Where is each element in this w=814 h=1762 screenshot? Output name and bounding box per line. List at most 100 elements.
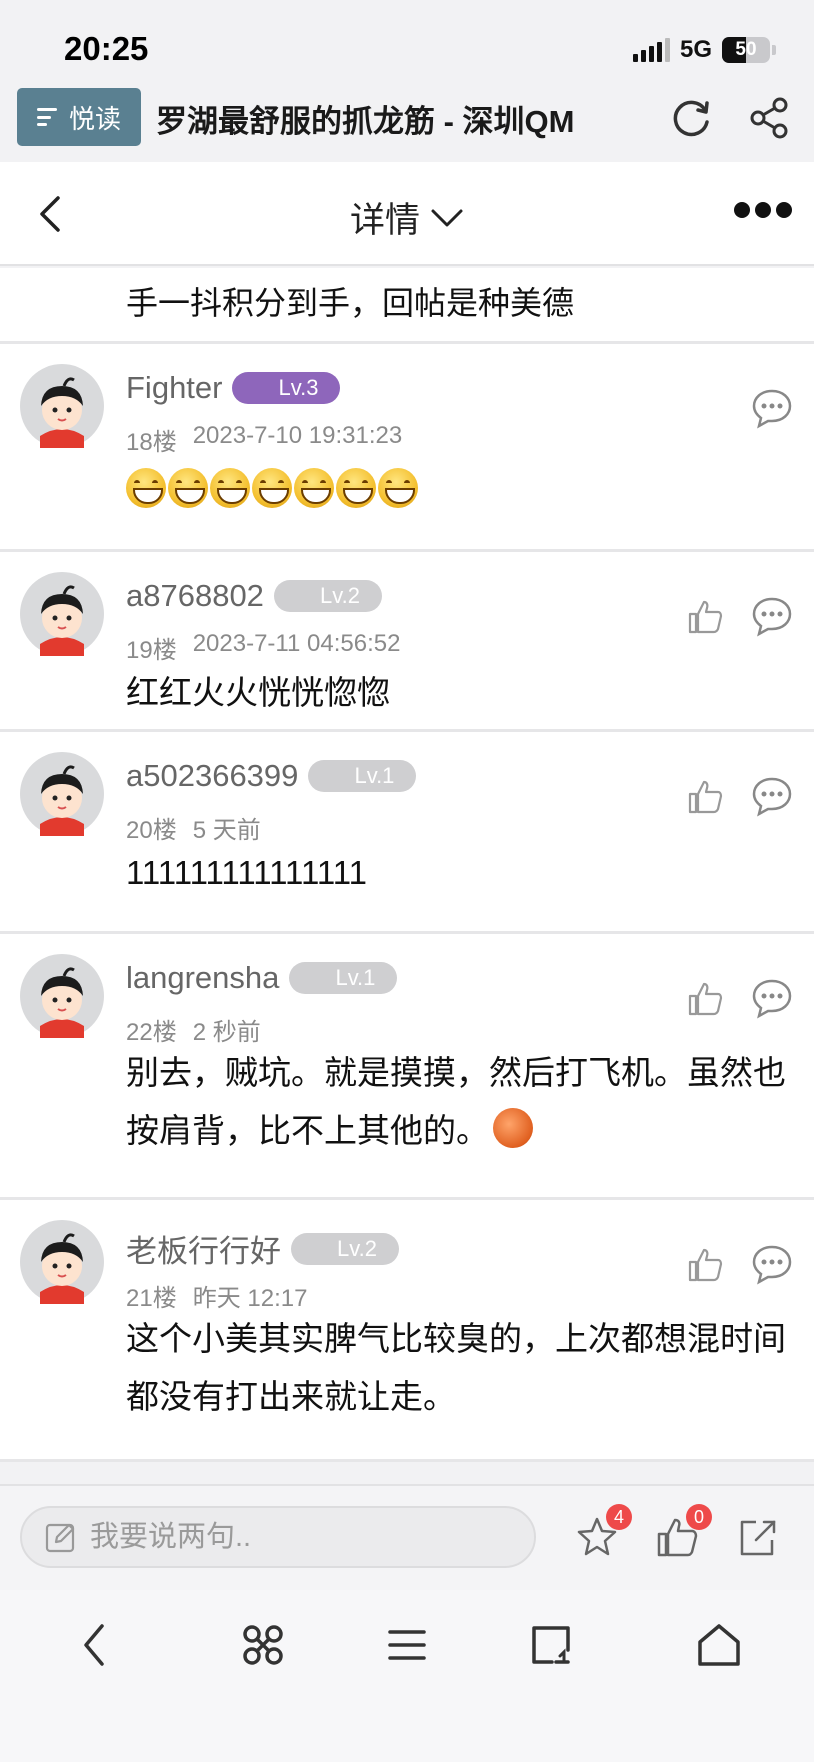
comment-icon[interactable]	[750, 386, 794, 430]
reply-input-wrapper[interactable]	[20, 1506, 536, 1568]
post-time: 2023-7-11 04:56:52	[192, 630, 401, 657]
battery-icon: 50	[722, 37, 770, 63]
like-icon[interactable]	[686, 598, 724, 636]
username[interactable]: Fighter	[126, 370, 222, 406]
favorite-count-badge: 4	[606, 1504, 632, 1530]
post-time: 2 秒前	[192, 1019, 261, 1046]
smoking-emoji-icon	[493, 1108, 533, 1148]
like-count-badge: 0	[686, 1504, 712, 1530]
username[interactable]: langrensha	[126, 960, 279, 996]
status-bar: 20:25 5G 50	[0, 0, 814, 88]
grin-emoji-icon	[336, 468, 376, 508]
avatar[interactable]	[20, 1220, 104, 1304]
like-post-button[interactable]: 0	[654, 1504, 712, 1560]
post-time: 昨天 12:17	[192, 1285, 308, 1312]
post-text-block: 别去，贼坑。就是摸摸，然后打飞机。虽然也按肩背，比不上其他的。	[126, 1044, 802, 1160]
username[interactable]: 老板行行好	[126, 1226, 281, 1271]
browser-toolbar	[0, 1590, 814, 1762]
reader-mode-button[interactable]: 悦读	[17, 88, 141, 146]
list-item: Fighter Lv.3 18楼 2023-7-10 19:31:23	[0, 344, 814, 552]
comment-icon[interactable]	[750, 594, 794, 638]
post-text: 别去，贼坑。就是摸摸，然后打飞机。虽然也按肩背，比不上其他的。	[126, 1054, 786, 1149]
level-badge: Lv.1	[289, 962, 398, 994]
username[interactable]: a8768802	[126, 578, 264, 614]
menu-icon	[36, 108, 57, 126]
like-icon[interactable]	[686, 778, 724, 816]
edit-icon	[45, 1523, 75, 1553]
user-line: Fighter Lv.3	[126, 370, 341, 406]
post-list: 手一抖积分到手，回帖是种美德 Fighter Lv.3 18楼 2023-7-1…	[0, 268, 814, 1482]
grin-emoji-icon	[378, 468, 418, 508]
status-time: 20:25	[64, 30, 149, 67]
post-text: 111111111111111	[126, 854, 368, 891]
grin-emoji-icon	[252, 468, 292, 508]
user-line: a8768802 Lv.2	[126, 578, 382, 614]
header-title: 详情	[349, 201, 420, 240]
chevron-down-icon	[431, 209, 463, 226]
status-indicators: 5G 50	[632, 36, 776, 64]
home-icon[interactable]	[694, 1620, 744, 1670]
floor-number: 21楼	[126, 1285, 177, 1312]
apps-icon[interactable]	[238, 1620, 288, 1670]
list-item: 老板行行好 Lv.2 21楼 昨天 12:17 这个小美其实脾气比较臭的，上次都…	[0, 1200, 814, 1462]
like-icon[interactable]	[686, 980, 724, 1018]
post-meta: 21楼 昨天 12:17	[126, 1278, 307, 1313]
reader-mode-label: 悦读	[68, 103, 121, 134]
menu-lines-icon[interactable]	[382, 1620, 432, 1670]
detail-dropdown[interactable]: 详情	[0, 192, 814, 243]
like-icon[interactable]	[686, 1246, 724, 1284]
comment-icon[interactable]	[750, 976, 794, 1020]
grin-emoji-icon	[210, 468, 250, 508]
nav-header: 详情	[0, 162, 814, 266]
user-line: langrensha Lv.1	[126, 960, 398, 996]
avatar[interactable]	[20, 752, 104, 836]
comment-icon[interactable]	[750, 774, 794, 818]
level-badge: Lv.2	[273, 580, 382, 612]
list-item: langrensha Lv.1 22楼 2 秒前 别去，贼坑。就是摸摸，然后打飞…	[0, 934, 814, 1200]
post-time: 2023-7-10 19:31:23	[192, 422, 403, 449]
user-line: a502366399 Lv.1	[126, 758, 417, 794]
page-title: 罗湖最舒服的抓龙筋 - 深圳QM	[156, 104, 575, 139]
grin-emoji-icon	[126, 468, 166, 508]
post-text: 红红火火恍恍惚惚	[126, 674, 390, 711]
floor-number: 18楼	[126, 429, 177, 456]
reply-input[interactable]	[90, 1520, 490, 1554]
level-badge: Lv.2	[291, 1232, 399, 1265]
post-meta: 22楼 2 秒前	[126, 1012, 261, 1047]
list-item: a502366399 Lv.1 20楼 5 天前 111111111111111	[0, 732, 814, 934]
level-badge: Lv.1	[308, 760, 417, 792]
post-text: 手一抖积分到手，回帖是种美德	[126, 285, 575, 321]
grin-emoji-icon	[168, 468, 208, 508]
post-meta: 19楼 2023-7-11 04:56:52	[126, 630, 400, 665]
avatar[interactable]	[20, 572, 104, 656]
level-badge: Lv.3	[232, 372, 341, 404]
avatar[interactable]	[20, 364, 104, 448]
username[interactable]: a502366399	[126, 758, 298, 794]
comment-icon[interactable]	[750, 1242, 794, 1286]
user-line: 老板行行好 Lv.2	[126, 1226, 399, 1271]
list-item: a8768802 Lv.2 19楼 2023-7-11 04:56:52 红红火…	[0, 552, 814, 732]
floor-number: 19楼	[126, 637, 177, 664]
browser-bar: 悦读 罗湖最舒服的抓龙筋 - 深圳QM	[0, 88, 814, 162]
tabs-icon[interactable]	[526, 1620, 576, 1670]
floor-number: 22楼	[126, 1019, 177, 1046]
post-time: 5 天前	[192, 817, 261, 844]
avatar[interactable]	[20, 954, 104, 1038]
floor-number: 20楼	[126, 817, 177, 844]
share-icon[interactable]	[748, 96, 792, 140]
post-meta: 18楼 2023-7-10 19:31:23	[126, 422, 402, 457]
refresh-icon[interactable]	[670, 96, 714, 140]
grin-emoji-icon	[294, 468, 334, 508]
battery-level: 50	[735, 39, 757, 60]
more-dots-icon[interactable]	[734, 202, 792, 218]
post-meta: 20楼 5 天前	[126, 810, 261, 845]
emoji-row	[126, 468, 802, 508]
signal-icon	[632, 38, 670, 62]
reply-bar: 4 0	[0, 1484, 814, 1590]
share-out-icon[interactable]	[734, 1514, 780, 1560]
network-type: 5G	[679, 36, 712, 63]
browser-back-icon[interactable]	[70, 1620, 120, 1670]
favorite-button[interactable]: 4	[574, 1504, 632, 1560]
post-text: 这个小美其实脾气比较臭的，上次都想混时间都没有打出来就让走。	[126, 1320, 786, 1415]
list-item: 手一抖积分到手，回帖是种美德	[0, 268, 814, 344]
